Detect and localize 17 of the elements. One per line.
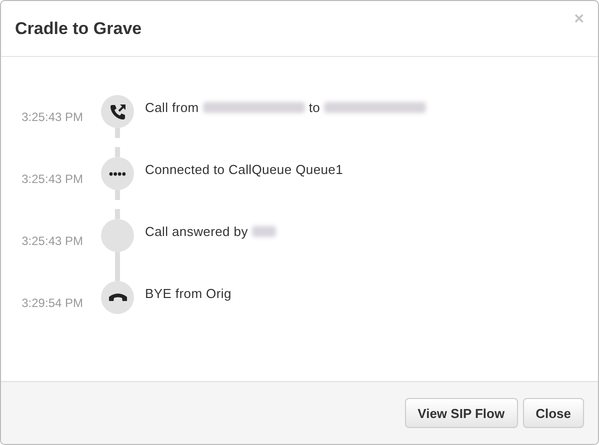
dots-icon xyxy=(109,172,126,176)
event-time: 3:29:54 PM xyxy=(20,295,84,312)
event-text: Call answered by xyxy=(145,224,248,238)
event-time: 3:25:43 PM xyxy=(20,233,84,250)
close-button[interactable]: Close xyxy=(522,398,584,428)
event-text: BYE from Orig xyxy=(145,286,232,300)
event-text: to xyxy=(308,100,320,114)
dialog-title: Cradle to Grave xyxy=(15,18,142,38)
phone-arrow-icon xyxy=(108,102,126,120)
event-text: Call from xyxy=(145,100,199,114)
event-text: Connected to CallQueue Queue1 xyxy=(145,162,344,176)
event-time: 3:25:43 PM xyxy=(20,109,84,126)
view-sip-flow-button[interactable]: View SIP Flow xyxy=(404,398,518,428)
event-time: 3:25:43 PM xyxy=(20,171,84,188)
redacted-text xyxy=(252,226,276,236)
timeline-marker xyxy=(101,219,134,252)
hang-up-phone-icon xyxy=(108,293,128,302)
